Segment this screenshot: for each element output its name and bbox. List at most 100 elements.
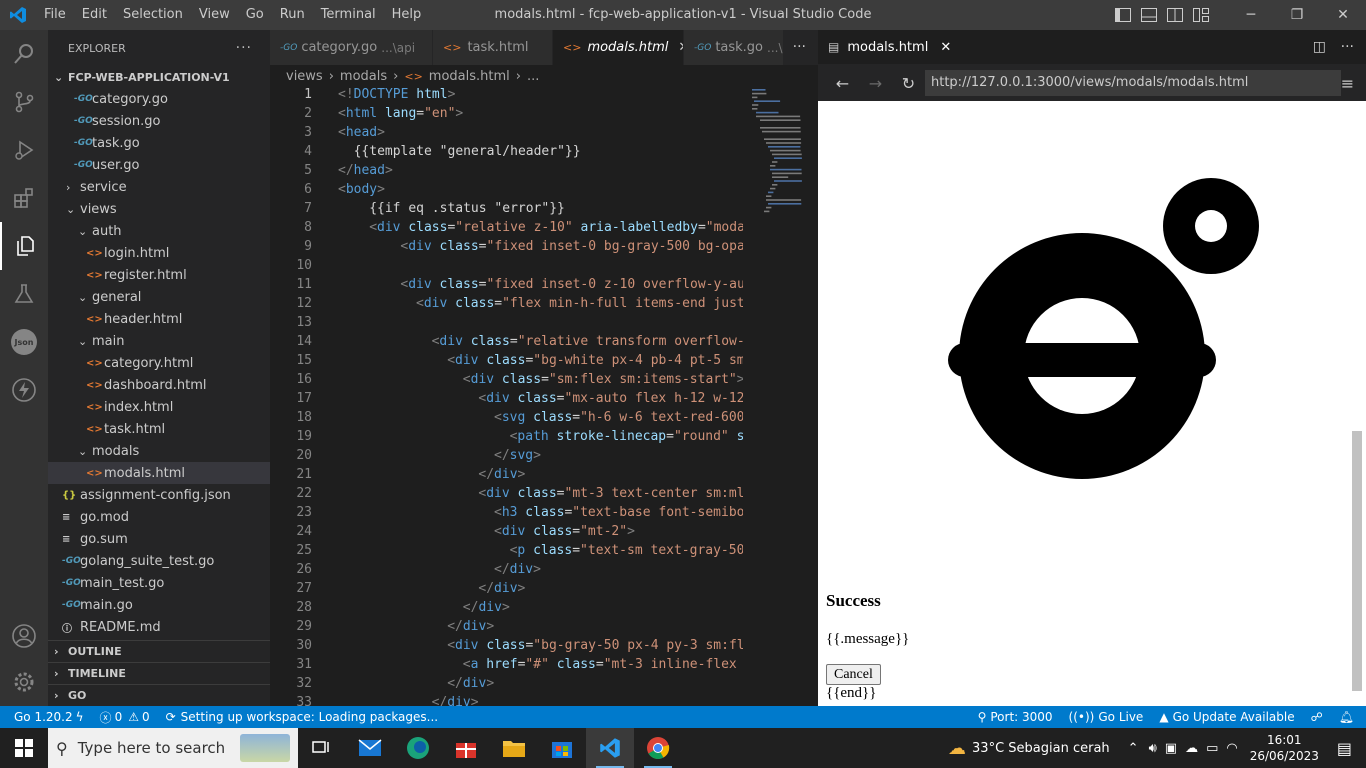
file-modals-html[interactable]: <> modals.html xyxy=(48,462,270,484)
more-actions-button[interactable]: ··· xyxy=(236,40,252,56)
breadcrumb-modals[interactable]: modals xyxy=(340,69,387,84)
folder-general[interactable]: ⌄ general xyxy=(48,286,270,308)
toggle-panel-icon[interactable] xyxy=(1136,0,1162,30)
toggle-sidebar-icon[interactable] xyxy=(1110,0,1136,30)
feedback-icon[interactable]: ☍ xyxy=(1303,710,1331,724)
code-line[interactable]: 3 <head> xyxy=(270,125,818,144)
json-icon[interactable]: Json xyxy=(0,318,48,366)
code-line[interactable]: 12 <div class="flex min-h-full items-end … xyxy=(270,296,818,315)
account-icon[interactable] xyxy=(0,612,48,660)
code-line[interactable]: 15 <div class="bg-white px-4 pb-4 pt-5 sm… xyxy=(270,353,818,372)
code-line[interactable]: 1 <!DOCTYPE html> xyxy=(270,87,818,106)
go-version-status[interactable]: Go 1.20.2 ϟ xyxy=(0,710,92,724)
code-line[interactable]: 32 </div> xyxy=(270,676,818,695)
testing-icon[interactable] xyxy=(0,270,48,318)
close-button[interactable]: ✕ xyxy=(1320,0,1366,30)
file-go-sum[interactable]: ≡ go.sum xyxy=(48,528,270,550)
go-section[interactable]: › GO xyxy=(48,684,270,706)
search-icon[interactable] xyxy=(0,30,48,78)
notifications-icon[interactable]: 🔔︎ xyxy=(1331,710,1366,724)
breadcrumb-file[interactable]: modals.html xyxy=(429,69,510,84)
explorer-icon[interactable] xyxy=(0,222,48,270)
code-line[interactable]: 26 </div> xyxy=(270,562,818,581)
loading-status[interactable]: ⟳ Setting up workspace: Loading packages.… xyxy=(158,710,447,724)
code-line[interactable]: 9 <div class="fixed inset-0 bg-gray-500 b… xyxy=(270,239,818,258)
code-line[interactable]: 23 <h3 class="text-base font-semibol xyxy=(270,505,818,524)
file-main-go[interactable]: -GO main.go xyxy=(48,594,270,616)
folder-main[interactable]: ⌄ main xyxy=(48,330,270,352)
code-line[interactable]: 31 <a href="#" class="mt-3 inline-flex j xyxy=(270,657,818,676)
file-task-html[interactable]: <> task.html xyxy=(48,418,270,440)
file-task-go[interactable]: -GO task.go xyxy=(48,132,270,154)
code-line[interactable]: 25 <p class="text-sm text-gray-500 xyxy=(270,543,818,562)
tab-category-go[interactable]: -GO category.go ...\api xyxy=(270,30,433,65)
file-register-html[interactable]: <> register.html xyxy=(48,264,270,286)
maximize-button[interactable]: ❐ xyxy=(1274,0,1320,30)
code-line[interactable]: 14 <div class="relative transform overflo… xyxy=(270,334,818,353)
menu-help[interactable]: Help xyxy=(384,0,430,30)
close-preview-icon[interactable]: ✕ xyxy=(940,40,951,55)
split-editor-icon[interactable]: ◫ xyxy=(1313,30,1326,65)
code-line[interactable]: 7 {{if eq .status "error"}} xyxy=(270,201,818,220)
menu-file[interactable]: File xyxy=(36,0,74,30)
code-line[interactable]: 13 xyxy=(270,315,818,334)
file-README-md[interactable]: ⓘ README.md xyxy=(48,616,270,638)
tab-modals-html[interactable]: <> modals.html ✕ xyxy=(553,30,684,65)
customize-layout-icon[interactable] xyxy=(1188,0,1214,30)
menu-go[interactable]: Go xyxy=(238,0,272,30)
code-line[interactable]: 17 <div class="mx-auto flex h-12 w-12 xyxy=(270,391,818,410)
task-view-icon[interactable] xyxy=(298,728,346,768)
file-main_test-go[interactable]: -GO main_test.go xyxy=(48,572,270,594)
gift-app-icon[interactable] xyxy=(442,728,490,768)
file-session-go[interactable]: -GO session.go xyxy=(48,110,270,132)
breadcrumb-symbol[interactable]: ... xyxy=(527,69,539,84)
back-icon[interactable]: ← xyxy=(826,71,859,95)
edge-icon[interactable] xyxy=(394,728,442,768)
code-line[interactable]: 20 </svg> xyxy=(270,448,818,467)
file-explorer-icon[interactable] xyxy=(490,728,538,768)
volume-icon[interactable]: 🔊︎ xyxy=(1149,741,1157,756)
code-line[interactable]: 8 <div class = "relative z-10" aria-labelle… xyxy=(270,220,818,239)
file-user-go[interactable]: -GO user.go xyxy=(48,154,270,176)
chevron-up-icon[interactable]: ⌃ xyxy=(1128,741,1139,756)
code-line[interactable]: 33 </div> xyxy=(270,695,818,706)
go-live-status[interactable]: ((•)) Go Live xyxy=(1061,710,1152,724)
menu-icon[interactable]: ≡ xyxy=(1331,71,1364,95)
run-debug-icon[interactable] xyxy=(0,126,48,174)
file-login-html[interactable]: <> login.html xyxy=(48,242,270,264)
file-assignment-config-json[interactable]: {} assignment-config.json xyxy=(48,484,270,506)
windows-start-icon[interactable] xyxy=(0,728,48,768)
weather-icon[interactable]: ☁ xyxy=(948,738,966,759)
preview-tab[interactable]: ▤ modals.html ✕ ◫ ··· xyxy=(818,30,1366,65)
tab-more-button[interactable]: ··· xyxy=(793,30,806,65)
port-status[interactable]: ⚲ Port: 3000 xyxy=(970,710,1061,724)
code-line[interactable]: 6 <body> xyxy=(270,182,818,201)
file-category-html[interactable]: <> category.html xyxy=(48,352,270,374)
problems-status[interactable]: ⓧ 0 ⚠ 0 xyxy=(92,709,158,726)
reload-icon[interactable]: ↻ xyxy=(892,71,925,95)
minimize-button[interactable]: ─ xyxy=(1228,0,1274,30)
code-line[interactable]: 10 xyxy=(270,258,818,277)
menu-run[interactable]: Run xyxy=(272,0,313,30)
code-line[interactable]: 16 <div class="sm:flex sm:items-start"> xyxy=(270,372,818,391)
code-line[interactable]: 19 <path stroke-linecap="round" st xyxy=(270,429,818,448)
weather-label[interactable]: 33°C Sebagian cerah xyxy=(972,741,1110,756)
folder-service[interactable]: › service xyxy=(48,176,270,198)
code-line[interactable]: 30 <div class="bg-gray-50 px-4 py-3 sm:fl… xyxy=(270,638,818,657)
url-bar[interactable]: http://127.0.0.1:3000/views/modals/modal… xyxy=(925,70,1341,96)
mail-icon[interactable] xyxy=(346,728,394,768)
notification-center-icon[interactable]: ▤ xyxy=(1337,739,1352,758)
meet-now-icon[interactable]: ▣ xyxy=(1165,741,1177,756)
code-line[interactable]: 27 </div> xyxy=(270,581,818,600)
tab-task-go[interactable]: -GO task.go ...\a xyxy=(684,30,784,65)
file-header-html[interactable]: <> header.html xyxy=(48,308,270,330)
workspace-root[interactable]: ⌄ FCP-WEB-APPLICATION-V1 xyxy=(48,66,270,88)
settings-icon[interactable] xyxy=(0,658,48,706)
menu-view[interactable]: View xyxy=(191,0,238,30)
folder-modals[interactable]: ⌄ modals xyxy=(48,440,270,462)
folder-auth[interactable]: ⌄ auth xyxy=(48,220,270,242)
code-line[interactable]: 4 {{template "general/header"}} xyxy=(270,144,818,163)
taskbar-search-box[interactable]: ⚲ Type here to search xyxy=(48,728,298,768)
code-line[interactable]: 24 <div class="mt-2"> xyxy=(270,524,818,543)
tab-task-html[interactable]: <> task.html xyxy=(433,30,553,65)
